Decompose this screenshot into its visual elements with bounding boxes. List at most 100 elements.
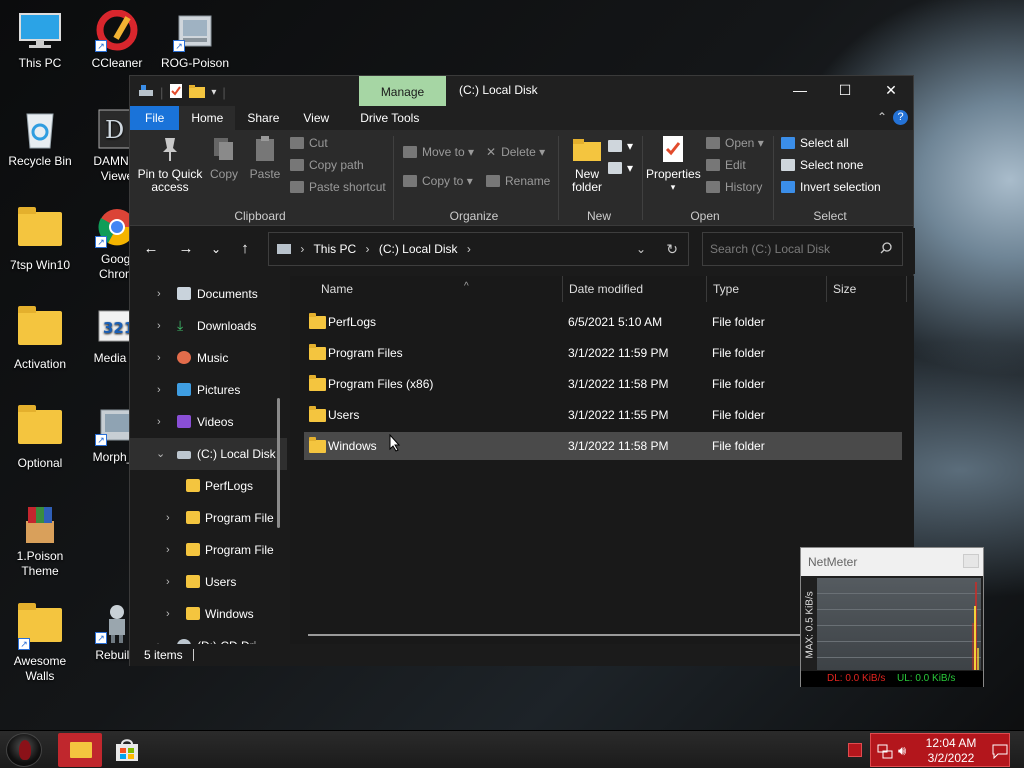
expand-arrow-icon[interactable]: › [157, 278, 161, 310]
tab-view[interactable]: View [291, 106, 341, 130]
column-divider[interactable] [562, 276, 563, 302]
close-button[interactable]: ✕ [868, 76, 914, 104]
refresh-icon[interactable]: ↻ [666, 233, 678, 265]
expand-arrow-icon[interactable]: › [166, 502, 170, 534]
start-button[interactable] [6, 733, 42, 767]
search-input[interactable]: Search (C:) Local Disk [702, 232, 903, 266]
desktop-icon-7tsp[interactable]: 7tsp Win10 [0, 206, 80, 273]
file-row[interactable]: Users 3/1/2022 11:55 PM File folder [304, 401, 902, 429]
tab-drive-tools[interactable]: Drive Tools [341, 106, 431, 130]
desktop-icon-awesome-walls[interactable]: ↗ Awesome Walls [0, 602, 80, 684]
pin-to-quick-access-button[interactable]: Pin to Quick access [136, 134, 204, 194]
copy-button[interactable]: Copy [206, 134, 242, 181]
cut-button[interactable]: Cut [290, 133, 328, 153]
tab-file[interactable]: File [130, 106, 180, 130]
nav-item-program-files[interactable]: › Program File [130, 502, 287, 534]
tab-manage[interactable]: Manage [359, 76, 446, 106]
expand-arrow-icon[interactable]: › [166, 566, 170, 598]
netmeter-widget[interactable]: NetMeter MAX: 0.5 KiB/s DL: 0.0 KiB/s UL… [800, 547, 984, 687]
paste-shortcut-button[interactable]: Paste shortcut [290, 177, 386, 197]
clock[interactable]: 12:04 AM 3/2/2022 [917, 736, 985, 766]
taskbar-store[interactable] [113, 737, 141, 763]
copy-path-button[interactable]: Copy path [290, 155, 364, 175]
column-divider[interactable] [826, 276, 827, 302]
collapse-arrow-icon[interactable]: ⌄ [156, 438, 165, 470]
nav-item-program-files-x86[interactable]: › Program File [130, 534, 287, 566]
new-folder-icon[interactable] [189, 84, 206, 101]
volume-icon[interactable]: 🔊︎ [898, 743, 906, 759]
desktop-icon-activation[interactable]: Activation [0, 305, 80, 372]
customize-toolbar-icon[interactable]: ▾ [211, 87, 216, 98]
expand-arrow-icon[interactable]: › [166, 598, 170, 630]
column-header-date[interactable]: Date modified [569, 276, 643, 304]
move-to-button[interactable]: Move to ▾ [403, 142, 474, 162]
new-item-button[interactable]: ▾ [608, 136, 633, 156]
breadcrumb-local-disk[interactable]: (C:) Local Disk [379, 242, 458, 256]
netmeter-title-bar[interactable]: NetMeter [801, 548, 983, 576]
nav-item-pictures[interactable]: › Pictures [130, 374, 287, 406]
address-bar[interactable]: › This PC › (C:) Local Disk › ⌄ ↻ [268, 232, 689, 266]
nav-item-windows[interactable]: › Windows [130, 598, 287, 630]
column-divider[interactable] [906, 276, 907, 302]
invert-selection-button[interactable]: Invert selection [781, 177, 881, 197]
desktop-icon-this-pc[interactable]: This PC [0, 10, 80, 71]
up-button[interactable]: ↑ [235, 240, 255, 257]
column-header-type[interactable]: Type [713, 276, 739, 304]
column-header-size[interactable]: Size [833, 276, 856, 304]
expand-arrow-icon[interactable]: › [157, 310, 161, 342]
expand-arrow-icon[interactable]: › [157, 342, 161, 374]
desktop-icon-optional[interactable]: Optional [0, 404, 80, 471]
column-header-name[interactable]: Name ^ [321, 276, 561, 304]
open-button[interactable]: Open ▾ [706, 133, 764, 153]
new-folder-button[interactable]: New folder [565, 134, 609, 194]
maximize-button[interactable]: ☐ [822, 76, 868, 104]
paste-button[interactable]: Paste [246, 134, 284, 181]
column-divider[interactable] [706, 276, 707, 302]
recent-locations-button[interactable]: ⌄ [206, 242, 226, 256]
collapse-ribbon-icon[interactable]: ⌃ [877, 110, 887, 124]
select-none-button[interactable]: Select none [781, 155, 863, 175]
network-icon[interactable] [877, 743, 893, 762]
file-row[interactable]: Program Files (x86) 3/1/2022 11:58 PM Fi… [304, 370, 902, 398]
expand-arrow-icon[interactable]: › [166, 534, 170, 566]
desktop-icon-ccleaner[interactable]: ↗ CCleaner [77, 9, 157, 71]
nav-item-local-disk[interactable]: ⌄ (C:) Local Disk [130, 438, 287, 470]
forward-button[interactable]: → [176, 240, 196, 257]
expand-arrow-icon[interactable]: › [157, 374, 161, 406]
nav-item-documents[interactable]: › Documents [130, 278, 287, 310]
address-dropdown-icon[interactable]: ⌄ [636, 233, 646, 265]
action-center-icon[interactable] [992, 743, 1008, 762]
breadcrumb-this-pc[interactable]: This PC [313, 242, 356, 256]
nav-item-users[interactable]: › Users [130, 566, 287, 598]
expand-arrow-icon[interactable]: › [157, 406, 161, 438]
tab-share[interactable]: Share [235, 106, 291, 130]
nav-item-perflogs[interactable]: PerfLogs [130, 470, 287, 502]
copy-to-button[interactable]: Copy to ▾ [403, 171, 473, 191]
minimize-button[interactable]: — [777, 76, 823, 104]
expand-arrow-icon[interactable]: › [157, 630, 161, 644]
tray-app-icon[interactable] [848, 743, 862, 757]
taskbar-file-explorer[interactable] [58, 733, 102, 767]
desktop-icon-rog-poison[interactable]: ↗ ROG-Poison [155, 10, 235, 71]
easy-access-button[interactable]: ▾ [608, 158, 633, 178]
nav-item-cd-drive[interactable]: › (D:) CD Dri [130, 630, 287, 644]
properties-dropdown-icon[interactable]: ▾ [646, 181, 700, 194]
nav-item-music[interactable]: › Music [130, 342, 287, 374]
rename-button[interactable]: Rename [486, 171, 550, 191]
nav-item-downloads[interactable]: › ⤓ Downloads [130, 310, 287, 342]
tab-home[interactable]: Home [179, 106, 236, 130]
select-all-button[interactable]: Select all [781, 133, 849, 153]
properties-icon[interactable] [169, 83, 183, 102]
edit-button[interactable]: Edit [706, 155, 746, 175]
nav-item-videos[interactable]: › Videos [130, 406, 287, 438]
help-icon[interactable]: ? [893, 110, 908, 125]
netmeter-close-button[interactable] [963, 554, 979, 568]
desktop-icon-recycle-bin[interactable]: Recycle Bin [0, 108, 80, 169]
back-button[interactable]: ← [141, 240, 161, 257]
nav-pane-scrollbar[interactable] [277, 398, 280, 528]
file-row[interactable]: Program Files 3/1/2022 11:59 PM File fol… [304, 339, 902, 367]
history-button[interactable]: History [706, 177, 762, 197]
delete-button[interactable]: ✕ Delete ▾ [486, 142, 545, 162]
file-row[interactable]: PerfLogs 6/5/2021 5:10 AM File folder [304, 308, 902, 336]
properties-button[interactable]: Properties ▾ [646, 134, 701, 194]
